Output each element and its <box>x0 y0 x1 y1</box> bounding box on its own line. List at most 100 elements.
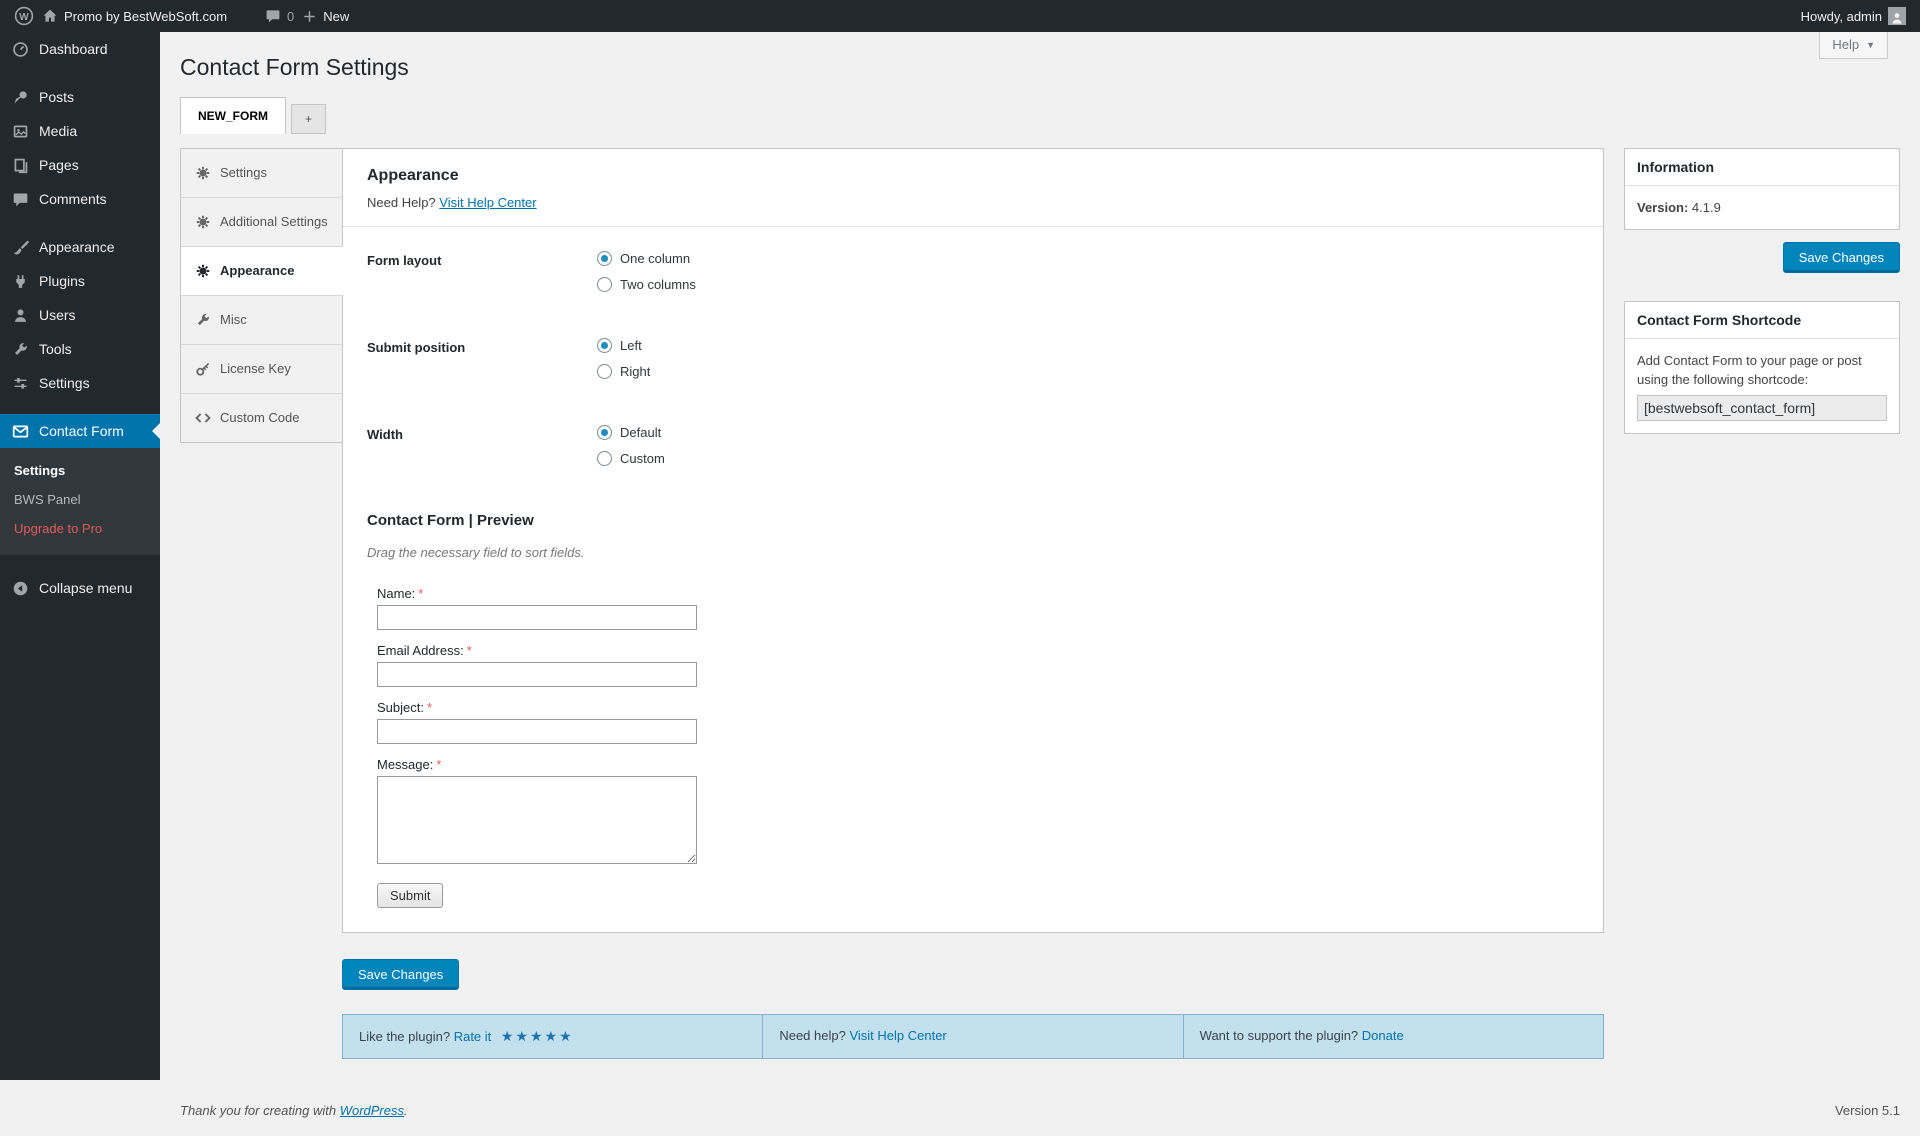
option-label: Two columns <box>620 277 696 292</box>
settings-nav-label: Additional Settings <box>220 214 328 229</box>
sidebar-item-tools[interactable]: Tools <box>0 332 160 366</box>
user-icon <box>12 307 29 324</box>
wp-version: Version 5.1 <box>1834 1103 1900 1118</box>
plugin-notice-bar: Like the plugin? Rate it ★★★★★ Need help… <box>342 1014 1604 1059</box>
wordpress-logo-icon[interactable]: W <box>14 6 34 26</box>
help-label: Help <box>1832 37 1860 52</box>
rate-it-link[interactable]: Rate it <box>454 1029 492 1044</box>
option-left[interactable]: Left <box>597 338 650 353</box>
sidebar-item-label: Tools <box>39 341 72 357</box>
field-label: Form layout <box>367 253 442 268</box>
field-label: Name: * <box>377 586 424 601</box>
required-asterisk: * <box>466 643 472 658</box>
settings-nav-item-appearance[interactable]: Appearance <box>181 246 343 295</box>
name-input[interactable] <box>377 605 697 630</box>
settings-nav-item-custom-code[interactable]: Custom Code <box>181 393 342 442</box>
sidebar-item-media[interactable]: Media <box>0 114 160 148</box>
sidebar-item-label: Pages <box>39 157 79 173</box>
shortcode-title: Contact Form Shortcode <box>1625 302 1899 339</box>
home-icon <box>42 8 58 24</box>
comment-bubble-icon <box>265 8 281 24</box>
width-group: Width Default Custom <box>367 425 1579 466</box>
account-menu[interactable]: Howdy, admin <box>1801 7 1906 25</box>
help-dropdown[interactable]: Help ▼ <box>1819 32 1888 59</box>
settings-nav: Settings Additional Settings Appearance <box>180 148 343 443</box>
field-label: Email Address: * <box>377 643 472 658</box>
subject-input[interactable] <box>377 719 697 744</box>
new-label: New <box>323 8 350 24</box>
radio-right[interactable] <box>597 364 612 379</box>
settings-nav-label: Settings <box>220 165 267 180</box>
donate-link[interactable]: Donate <box>1362 1028 1404 1043</box>
need-help-cell: Need help? Visit Help Center <box>762 1015 1182 1058</box>
tab-new-form[interactable]: NEW_FORM <box>180 97 286 134</box>
version-label: Version: <box>1637 200 1689 215</box>
radio-two-columns[interactable] <box>597 277 612 292</box>
settings-nav-item-license-key[interactable]: License Key <box>181 344 342 393</box>
notice-text: Like the plugin? <box>359 1029 451 1044</box>
settings-nav-label: Misc <box>220 312 247 327</box>
settings-nav-item-misc[interactable]: Misc <box>181 295 342 344</box>
option-one-column[interactable]: One column <box>597 251 696 266</box>
shortcode-input[interactable] <box>1637 395 1887 421</box>
shortcode-box: Contact Form Shortcode Add Contact Form … <box>1624 301 1900 434</box>
option-two-columns[interactable]: Two columns <box>597 277 696 292</box>
code-icon <box>195 410 211 426</box>
preview-field-email: Email Address: * <box>367 643 1579 687</box>
radio-one-column[interactable] <box>597 251 612 266</box>
email-input[interactable] <box>377 662 697 687</box>
star-rating-icons: ★★★★★ <box>500 1028 574 1044</box>
collapse-menu-button[interactable]: Collapse menu <box>0 571 160 605</box>
submenu-item-settings[interactable]: Settings <box>0 456 160 485</box>
required-asterisk: * <box>426 700 433 715</box>
sidebar-item-settings[interactable]: Settings <box>0 366 160 400</box>
notice-text: Want to support the plugin? <box>1199 1028 1359 1043</box>
new-content-button[interactable]: New <box>302 9 349 24</box>
radio-custom[interactable] <box>597 451 612 466</box>
sidebar-item-dashboard[interactable]: Dashboard <box>0 32 160 66</box>
save-changes-button[interactable]: Save Changes <box>342 959 460 990</box>
sidebar-item-label: Users <box>39 307 76 323</box>
help-center-link[interactable]: Visit Help Center <box>849 1028 946 1043</box>
submit-position-group: Submit position Left Right <box>367 338 1579 379</box>
sidebar-item-pages[interactable]: Pages <box>0 148 160 182</box>
site-link[interactable]: Promo by BestWebSoft.com <box>42 8 227 24</box>
wordpress-link[interactable]: WordPress <box>340 1103 404 1118</box>
field-label: Subject: * <box>377 700 433 715</box>
sidebar-item-plugins[interactable]: Plugins <box>0 264 160 298</box>
notice-text: Need help? <box>779 1028 846 1043</box>
submenu-item-bws-panel[interactable]: BWS Panel <box>0 485 160 514</box>
field-label: Message: * <box>377 757 442 772</box>
donate-cell: Want to support the plugin? Donate <box>1182 1015 1603 1058</box>
footer-thanks: Thank you for creating with WordPress. <box>180 1103 408 1118</box>
settings-nav-item-additional-settings[interactable]: Additional Settings <box>181 197 342 246</box>
field-label: Width <box>367 427 403 442</box>
required-asterisk: * <box>418 586 424 601</box>
collapse-label: Collapse menu <box>39 580 133 596</box>
sidebar-item-label: Appearance <box>39 239 115 255</box>
visit-help-center-link[interactable]: Visit Help Center <box>439 195 536 210</box>
radio-left[interactable] <box>597 338 612 353</box>
dashboard-icon <box>12 41 29 58</box>
admin-comments[interactable]: 0 <box>265 8 294 24</box>
message-textarea[interactable] <box>377 776 697 864</box>
sidebar-item-appearance[interactable]: Appearance <box>0 230 160 264</box>
sidebar-item-users[interactable]: Users <box>0 298 160 332</box>
sidebar-item-contact-form[interactable]: Contact Form <box>0 414 160 448</box>
preview-submit-button[interactable]: Submit <box>377 883 444 908</box>
avatar <box>1888 7 1906 25</box>
preview-note: Drag the necessary field to sort fields. <box>367 545 585 560</box>
submenu-item-upgrade-to-pro[interactable]: Upgrade to Pro <box>0 514 160 543</box>
divider <box>343 226 1603 227</box>
chevron-down-icon: ▼ <box>1866 39 1875 50</box>
save-changes-button-sidebar[interactable]: Save Changes <box>1782 242 1900 273</box>
option-right[interactable]: Right <box>597 364 650 379</box>
radio-default[interactable] <box>597 425 612 440</box>
sidebar-item-comments[interactable]: Comments <box>0 182 160 216</box>
sidebar-item-posts[interactable]: Posts <box>0 80 160 114</box>
settings-nav-item-settings[interactable]: Settings <box>181 149 342 197</box>
option-custom[interactable]: Custom <box>597 451 665 466</box>
information-box: Information Version: 4.1.9 <box>1624 148 1900 230</box>
option-default[interactable]: Default <box>597 425 665 440</box>
tab-add-form[interactable]: + <box>291 104 327 134</box>
